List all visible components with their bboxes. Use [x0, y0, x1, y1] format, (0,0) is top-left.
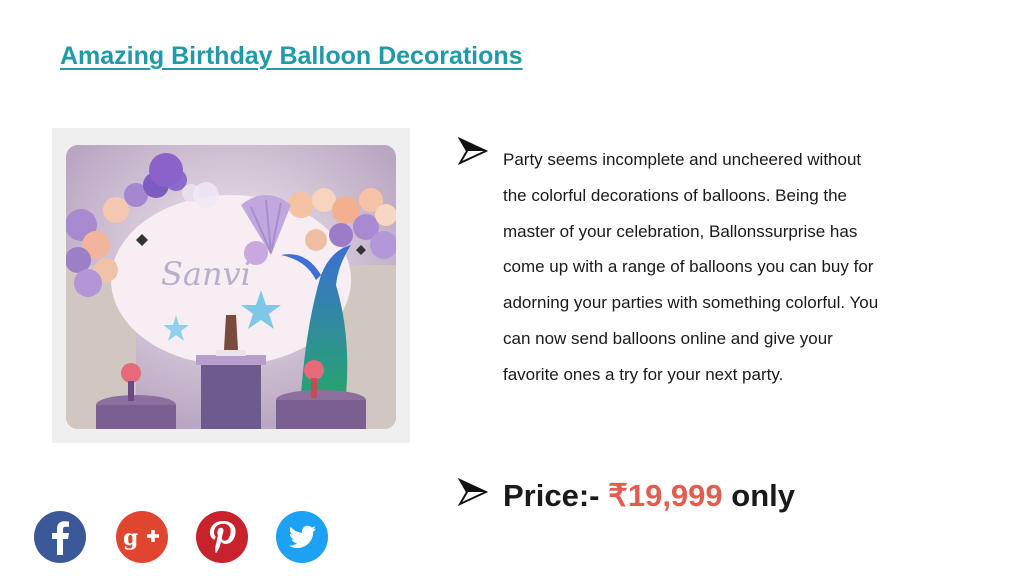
twitter-icon: [276, 511, 328, 563]
price-label: Price:-: [503, 478, 609, 513]
google-plus-share-button[interactable]: g: [116, 511, 168, 563]
svg-text:g: g: [123, 525, 138, 551]
facebook-icon: [34, 511, 86, 563]
decoration-photo: Sanvi: [52, 128, 410, 443]
description-text: Party seems incomplete and uncheered wit…: [503, 150, 879, 384]
facebook-share-button[interactable]: [34, 511, 86, 563]
price-suffix: only: [722, 478, 795, 513]
pinterest-share-button[interactable]: [196, 511, 248, 563]
pinterest-icon: [196, 511, 248, 563]
bullet-arrow-icon: [458, 477, 488, 507]
photo-sign-text: Sanvi: [161, 255, 251, 293]
decoration-photo-image: Sanvi: [66, 145, 396, 429]
twitter-share-button[interactable]: [276, 511, 328, 563]
google-plus-icon: g: [116, 511, 168, 563]
price-line: Price:- ₹19,999 only: [503, 478, 795, 514]
bullet-arrow-icon: [458, 136, 488, 166]
page-title[interactable]: Amazing Birthday Balloon Decorations: [60, 42, 523, 71]
price-value: ₹19,999: [608, 478, 723, 513]
